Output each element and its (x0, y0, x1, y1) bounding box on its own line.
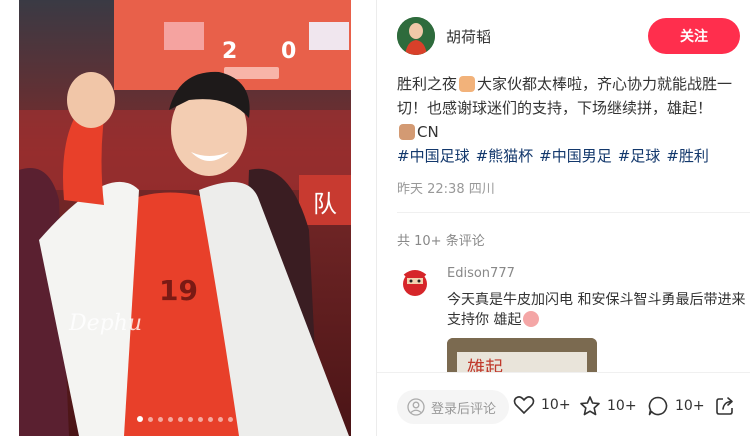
post-panel: 胡荷韬 关注 胜利之夜 大家伙都太棒啦，齐心协力就能战胜一切！也感谢球迷们的支持，… (377, 0, 750, 436)
carousel-dot[interactable] (208, 416, 213, 422)
author-name[interactable]: 胡荷韬 (446, 26, 648, 47)
carousel-dot[interactable] (188, 416, 193, 422)
carousel-dot[interactable] (137, 416, 143, 422)
score-left: 2 (222, 39, 237, 64)
action-bar: 登录后评论 10+ 10+ 10+ (377, 372, 750, 436)
hashtag-link[interactable]: #中国男足 (539, 147, 612, 165)
comment-button[interactable]: 10+ (647, 395, 705, 417)
carousel-dot[interactable] (178, 416, 183, 422)
fist-emoji-icon (399, 124, 415, 140)
content-cn: CN (417, 123, 439, 141)
post-detail-modal: 2 0 队 19 Dephu 胡荷韬 关注 胜利之夜 大家伙都太棒啦，齐心协力就… (0, 0, 750, 436)
comment-text: 今天真是牛皮加闪电 和安保斗智斗勇最后带进来支持你 雄起 (447, 292, 746, 328)
comment-login-input[interactable]: 登录后评论 (397, 390, 509, 424)
share-button[interactable] (714, 395, 736, 421)
watermark: Dephu (68, 311, 142, 336)
carousel-dot[interactable] (158, 416, 163, 422)
heart-icon (513, 396, 535, 415)
star-icon (580, 396, 600, 416)
chat-bubble-icon (648, 396, 668, 416)
content-title: 胜利之夜 (397, 75, 458, 93)
post-content: 胜利之夜 大家伙都太棒啦，齐心协力就能战胜一切！也感谢球迷们的支持，下场继续拼，雄… (397, 72, 737, 144)
comment-count-footer: 10+ (675, 398, 705, 414)
like-count: 10+ (541, 397, 571, 413)
jersey-number: 19 (159, 274, 198, 307)
hashtag-link[interactable]: #中国足球 (397, 147, 470, 165)
collect-count: 10+ (607, 398, 637, 414)
carousel-dot[interactable] (198, 416, 203, 422)
comment-count: 共 10+ 条评论 (397, 234, 485, 249)
user-icon (407, 398, 425, 416)
post-meta: 昨天 22:38 四川 (397, 182, 495, 197)
carousel-dot[interactable] (218, 416, 223, 422)
login-placeholder: 登录后评论 (431, 401, 497, 417)
photo-illustration: 2 0 队 19 Dephu (19, 0, 351, 436)
section-divider (397, 212, 750, 213)
carousel-dot[interactable] (168, 416, 173, 422)
carousel-dots[interactable] (19, 416, 351, 422)
commenter-avatar[interactable] (397, 264, 433, 300)
post-header: 胡荷韬 关注 (397, 16, 740, 56)
carousel-dot[interactable] (148, 416, 153, 422)
banner-text: 队 (313, 190, 337, 218)
collect-button[interactable]: 10+ (579, 395, 637, 417)
post-photo[interactable]: 2 0 队 19 Dephu (19, 0, 351, 436)
author-avatar[interactable] (397, 17, 435, 55)
carousel-dot[interactable] (228, 416, 233, 422)
hashtag-link[interactable]: #胜利 (666, 147, 709, 165)
follow-button[interactable]: 关注 (648, 18, 740, 54)
commenter-name[interactable]: Edison777 (447, 266, 515, 281)
face-emoji-icon (523, 311, 540, 327)
tag-list: #中国足球 #熊猫杯 #中国男足 #足球 #胜利 (397, 145, 737, 166)
score-right: 0 (281, 39, 296, 64)
like-button[interactable]: 10+ (513, 395, 571, 415)
hands-emoji-icon (459, 76, 476, 92)
hashtag-link[interactable]: #熊猫杯 (476, 147, 534, 165)
share-icon (716, 397, 733, 415)
hashtag-link[interactable]: #足球 (618, 147, 661, 165)
left-gutter (0, 0, 19, 436)
